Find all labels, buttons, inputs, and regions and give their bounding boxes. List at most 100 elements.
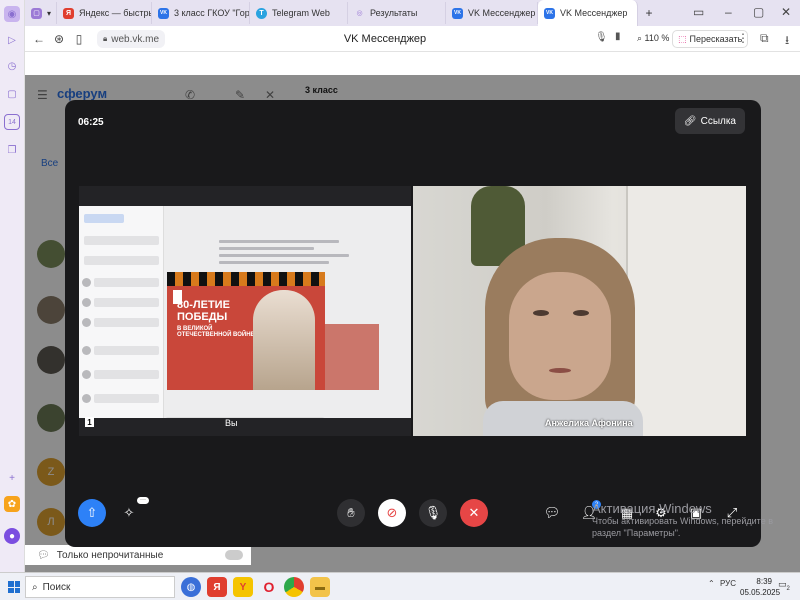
yandex-shield-icon[interactable]: ⊛ <box>49 32 69 46</box>
retell-icon: ⬚ <box>678 33 687 44</box>
activation-title: Активация Windows <box>592 501 712 516</box>
shop-icon[interactable]: ✿ <box>4 496 20 512</box>
shared-avatar <box>82 298 91 307</box>
video-call-window: 06:25 🔗︎ Ссылка 80-ЛЕТИЕ ПОБЕДЫ В ВЕЛИКО… <box>65 100 761 547</box>
minimize-icon[interactable]: – <box>725 5 732 19</box>
history-icon[interactable]: ◷ <box>4 58 20 74</box>
taskbar-search[interactable]: ⌕ Поиск <box>25 576 175 598</box>
copy-link-button[interactable]: 🔗︎ Ссылка <box>674 108 745 134</box>
link-label: Ссылка <box>700 115 736 127</box>
maximize-icon[interactable]: ▢ <box>753 5 764 19</box>
vk-favicon-icon: VK <box>544 7 555 19</box>
unread-toggle[interactable] <box>225 550 243 560</box>
self-tile-index: 1 <box>85 417 94 427</box>
shared-avatar <box>82 370 91 379</box>
taskbar-clock[interactable]: 8:39 05.05.2025 <box>740 576 780 598</box>
remote-video-tile[interactable] <box>413 186 746 436</box>
shared-row <box>94 346 159 355</box>
microphone-button[interactable]: 🎙︎ <box>419 499 447 527</box>
lock-icon: 🔒︎ <box>103 34 108 43</box>
taskbar-app-yandex-browser[interactable]: Y <box>233 577 253 597</box>
poster-figures <box>253 290 315 390</box>
tab-label: VK Мессенджер <box>468 8 536 18</box>
shared-row <box>94 394 159 403</box>
tab-5-active[interactable]: VK VK Мессенджер ✕ <box>538 0 638 26</box>
raise-hand-button[interactable]: ✋︎ <box>337 499 365 527</box>
tab-3[interactable]: ◎ Результаты <box>348 2 446 24</box>
tab-1[interactable]: VK 3 класс ГКОУ "Горнов <box>152 2 250 24</box>
yandex-favicon-icon: Я <box>63 7 74 19</box>
share-screen-button[interactable]: ⇧ <box>78 499 106 527</box>
microphone-icon[interactable]: 🎙︎ <box>595 32 608 43</box>
hand-icon: ✋︎ <box>347 505 355 520</box>
taskbar-app-yandex[interactable]: Я <box>207 577 227 597</box>
unread-filter[interactable]: 💬︎ Только непрочитанные <box>25 545 251 565</box>
poster-title: 80-ЛЕТИЕ ПОБЕДЫ В ВЕЛИКОЙ ОТЕЧЕСТВЕННОЙ … <box>177 299 257 339</box>
shared-row <box>94 278 159 287</box>
shared-row <box>84 214 124 223</box>
reader-icon[interactable]: ⧉ <box>760 31 769 46</box>
tray-chevron-icon[interactable]: ⌃ <box>708 579 715 588</box>
vk-favicon-icon: VK <box>452 7 463 19</box>
telegram-favicon-icon: T <box>256 7 267 19</box>
profile-icon[interactable]: ◉ <box>4 6 20 22</box>
zoom-level[interactable]: ⌕ 110 % <box>637 33 669 44</box>
shared-row <box>94 298 159 307</box>
collections-icon[interactable]: ▢ <box>4 86 20 102</box>
camera-toggle-button[interactable]: ⊘ <box>378 499 406 527</box>
taskbar-app-chrome[interactable] <box>284 577 304 597</box>
shared-avatar <box>82 346 91 355</box>
notifications-button[interactable]: ▭2 <box>778 579 790 592</box>
notes-icon[interactable]: ❐ <box>4 142 20 158</box>
shared-row <box>94 370 159 379</box>
tab-label: 3 класс ГКОУ "Горнов <box>174 8 250 18</box>
chat-button[interactable]: 💬︎ <box>540 501 564 525</box>
shared-avatar <box>82 318 91 327</box>
plus-icon: + <box>645 6 653 20</box>
shared-row <box>84 256 159 265</box>
search-label: Поиск <box>42 581 71 593</box>
effects-button[interactable]: ✧ <box>117 501 141 525</box>
shared-avatar <box>82 394 91 403</box>
close-window-icon[interactable]: ✕ <box>781 5 791 19</box>
microphone-icon: 🎙︎ <box>424 505 442 520</box>
calendar-icon[interactable]: 14 <box>4 114 20 130</box>
tray-language[interactable]: РУС <box>720 579 736 588</box>
back-arrow-icon[interactable]: ← <box>29 32 49 46</box>
alice-icon[interactable]: ● <box>4 528 20 544</box>
windows-activation-watermark: Активация Windows Чтобы активировать Win… <box>592 501 782 539</box>
tab-0[interactable]: Я Яндекс — быстрый пои <box>57 2 152 24</box>
bookmark-icon[interactable]: ▮ <box>615 31 621 42</box>
remote-participant-name: Анжелика Афонина <box>545 418 633 428</box>
unread-label: Только непрочитанные <box>56 549 164 561</box>
play-icon[interactable]: ▷ <box>4 32 20 48</box>
taskbar-app-explorer[interactable]: ▬ <box>310 577 330 597</box>
bookmarks-icon[interactable]: ▯ <box>69 32 89 46</box>
shared-chat-text <box>219 240 359 276</box>
victory-poster: 80-ЛЕТИЕ ПОБЕДЫ В ВЕЛИКОЙ ОТЕЧЕСТВЕННОЙ … <box>167 272 325 390</box>
tabs-list-icon[interactable]: ▭ <box>693 5 704 19</box>
tab-4[interactable]: VK VK Мессенджер <box>446 2 538 24</box>
taskbar-app-widgets[interactable]: ◍ <box>181 577 201 597</box>
tab-menu[interactable]: ▢ ▾ <box>25 2 57 24</box>
taskbar-app-opera[interactable]: O <box>259 577 279 597</box>
add-panel-icon[interactable]: + <box>4 470 20 486</box>
new-tab-button[interactable]: + <box>638 2 660 24</box>
windows-taskbar: ⌕ Поиск ◍ Я Y O ▬ ⌃ РУС 8:39 05.05.2025 … <box>0 572 800 600</box>
activation-text: Чтобы активировать Windows, перейдите в … <box>592 516 773 538</box>
clock-time: 8:39 <box>756 577 772 586</box>
screen-share-preview: 80-ЛЕТИЕ ПОБЕДЫ В ВЕЛИКОЙ ОТЕЧЕСТВЕННОЙ … <box>79 206 411 418</box>
download-icon[interactable]: ⭳ <box>785 31 789 52</box>
participant-video <box>473 226 673 436</box>
tab-label: VK Мессенджер <box>560 8 628 18</box>
tab-2[interactable]: T Telegram Web <box>250 2 348 24</box>
self-video-tile[interactable]: 80-ЛЕТИЕ ПОБЕДЫ В ВЕЛИКОЙ ОТЕЧЕСТВЕННОЙ … <box>79 186 411 436</box>
address-bar: ← ⊛ ▯ 🔒︎ web.vk.me VK Мессенджер 🎙︎ ▮ ⌕ … <box>25 26 800 52</box>
resend-label: Пересказать <box>689 34 743 44</box>
url-field[interactable]: 🔒︎ web.vk.me <box>97 30 166 48</box>
windows-start-icon[interactable] <box>8 581 20 593</box>
chat-bubble-icon: 💬︎ <box>37 549 50 561</box>
more-icon[interactable]: ⋮ <box>737 31 749 45</box>
end-call-button[interactable]: ✕ <box>460 499 488 527</box>
url-text: web.vk.me <box>111 33 160 45</box>
